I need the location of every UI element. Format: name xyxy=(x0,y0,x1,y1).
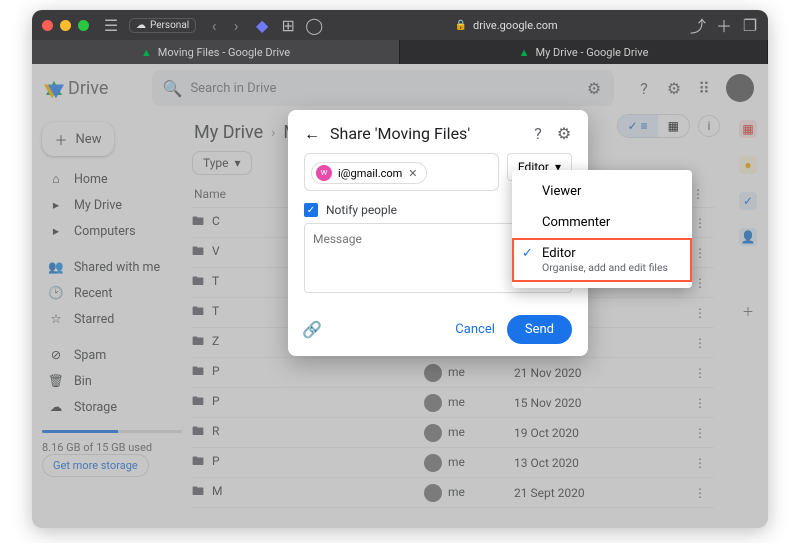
nav-back-icon[interactable]: ‹ xyxy=(206,17,222,33)
profile-pill[interactable]: ☁ Personal xyxy=(129,18,196,33)
dialog-title: Share 'Moving Files' xyxy=(330,124,520,143)
browser-tabs: ▲ Moving Files - Google Drive ▲ My Drive… xyxy=(32,40,768,64)
zoom-window-icon[interactable] xyxy=(78,20,89,31)
browser-tab[interactable]: ▲ Moving Files - Google Drive xyxy=(32,40,400,64)
role-option-commenter[interactable]: Commenter xyxy=(512,207,692,238)
chip-remove-icon[interactable]: ✕ xyxy=(408,167,417,180)
new-tab-icon[interactable]: ＋ xyxy=(716,17,732,33)
back-arrow-icon[interactable]: ← xyxy=(304,126,320,142)
notify-label: Notify people xyxy=(326,203,397,217)
chip-avatar-icon: w xyxy=(316,165,332,181)
cancel-button[interactable]: Cancel xyxy=(443,316,507,343)
browser-window: ☰ ☁ Personal ‹ › ◆ ⊞ ◯ 🔒 drive.google.co… xyxy=(32,10,768,528)
close-window-icon[interactable] xyxy=(42,20,53,31)
help-icon[interactable]: ? xyxy=(530,126,546,142)
titlebar: ☰ ☁ Personal ‹ › ◆ ⊞ ◯ 🔒 drive.google.co… xyxy=(32,10,768,40)
share-icon[interactable]: ⤴ xyxy=(690,17,706,33)
tab-label: My Drive - Google Drive xyxy=(535,46,648,59)
checkbox-checked-icon[interactable]: ✓ xyxy=(304,203,318,217)
traffic-lights xyxy=(42,20,89,31)
role-menu: Viewer Commenter Editor Organise, add an… xyxy=(512,170,692,288)
role-option-editor[interactable]: Editor Organise, add and edit files xyxy=(512,238,692,282)
role-option-viewer[interactable]: Viewer xyxy=(512,176,692,207)
url-bar[interactable]: 🔒 drive.google.com xyxy=(330,19,682,32)
chip-email: i@gmail.com xyxy=(338,167,402,180)
drive-favicon-icon: ▲ xyxy=(519,46,530,59)
tab-label: Moving Files - Google Drive xyxy=(158,46,290,59)
sidebar-toggle-icon[interactable]: ☰ xyxy=(103,17,119,33)
drive-favicon-icon: ▲ xyxy=(141,46,152,59)
extension2-icon[interactable]: ◯ xyxy=(306,17,322,33)
extension-icon[interactable]: ⊞ xyxy=(280,17,296,33)
minimize-window-icon[interactable] xyxy=(60,20,71,31)
email-chip: w i@gmail.com ✕ xyxy=(311,162,427,184)
share-email-field[interactable]: w i@gmail.com ✕ xyxy=(304,153,499,191)
role-option-label: Editor xyxy=(542,246,576,261)
send-button[interactable]: Send xyxy=(507,315,572,344)
nav-forward-icon[interactable]: › xyxy=(228,17,244,33)
tabs-overview-icon[interactable]: ❐ xyxy=(742,17,758,33)
role-option-sub: Organise, add and edit files xyxy=(542,261,678,274)
profile-label: Personal xyxy=(150,20,189,31)
browser-tab[interactable]: ▲ My Drive - Google Drive xyxy=(400,40,768,64)
copy-link-icon[interactable]: 🔗 xyxy=(304,322,320,338)
url-text: drive.google.com xyxy=(473,19,558,32)
lock-icon: 🔒 xyxy=(455,20,467,31)
gear-icon[interactable]: ⚙ xyxy=(556,126,572,142)
shield-icon[interactable]: ◆ xyxy=(254,17,270,33)
